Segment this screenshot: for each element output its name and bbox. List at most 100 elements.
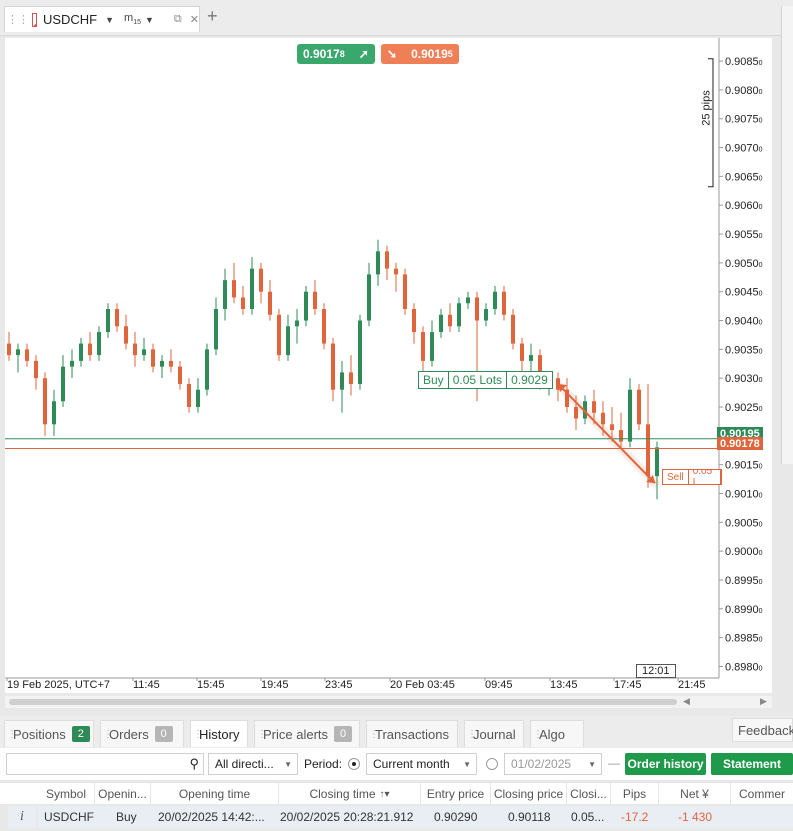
statement-button[interactable]: Statement (711, 753, 793, 775)
y-tick-label: 0.89800 (725, 661, 763, 673)
candle-body (277, 314, 281, 356)
cell-closing-price: 0.90118 (508, 810, 551, 824)
chart-horizontal-scrollbar[interactable]: ◀ ▶ (5, 696, 772, 708)
candle-body (367, 274, 371, 321)
date-from-field[interactable]: 01/02/2025 ▼ (504, 753, 602, 775)
candle-body (403, 274, 407, 309)
alerts-count-badge: 0 (334, 726, 353, 742)
timeframe-sub: 15 (133, 19, 141, 27)
candle-body (169, 360, 173, 367)
candle-body (133, 343, 137, 356)
tab-positions[interactable]: ⋮ Positions 2 (4, 720, 94, 747)
chart-tab-bar: ⋮⋮ USDCHF ▼ m15 ▼ ⧉ ✕ + (0, 0, 793, 36)
tab-label: Price alerts (263, 726, 329, 742)
col-commission[interactable]: Commer (730, 783, 793, 805)
candle-body (520, 343, 524, 361)
y-tick-label: 0.90250 (725, 402, 763, 414)
timeframe-dropdown-icon[interactable]: ▼ (145, 15, 154, 25)
scroll-left-icon[interactable]: ◀ (683, 696, 690, 707)
col-entry-price[interactable]: Entry price (420, 783, 490, 805)
table-row[interactable]: USDCHF Buy 20/02/2025 14:42:... 20/02/20… (38, 806, 793, 828)
buy-trade-price: 0.9029 (511, 373, 548, 387)
tab-algo[interactable]: ⋮ Algo (530, 720, 584, 747)
candle-body (25, 349, 29, 361)
period-custom-radio[interactable] (486, 758, 498, 770)
y-tick-sub: 0 (759, 521, 763, 528)
symbol-name[interactable]: USDCHF (43, 12, 97, 27)
period-value: Current month (373, 757, 450, 771)
search-icon[interactable]: ⚲ (189, 756, 199, 772)
tab-transactions[interactable]: ⋮ Transactions (366, 720, 458, 747)
col-symbol[interactable]: Symbol (38, 783, 94, 805)
sell-trade-side: Sell (663, 470, 689, 484)
col-opening-side[interactable]: Openin... (94, 783, 150, 805)
candle-body (394, 268, 398, 275)
order-history-button[interactable]: Order history (625, 753, 706, 775)
buy-trade-tag[interactable]: Buy 0.05 Lots 0.9029 (418, 371, 553, 389)
candle-body (619, 430, 623, 442)
col-closing-volume[interactable]: Closi... (566, 783, 610, 805)
sell-trade-lots: 0.05 L (689, 470, 721, 484)
history-filters: ⚲ All directi... ▼ Period: Current month ▼… (0, 748, 793, 780)
sell-trade-tag[interactable]: Sell 0.05 L (662, 469, 722, 485)
candle-body (655, 447, 659, 477)
x-tick-label: 19:45 (261, 679, 289, 691)
candle-body (529, 355, 533, 361)
candle-body (412, 308, 416, 333)
tab-price-alerts[interactable]: ⋮ Price alerts 0 (254, 720, 360, 747)
candle-body (16, 349, 20, 356)
drag-grip-icon[interactable]: ⋮⋮ (7, 13, 29, 26)
cell-side: Buy (116, 810, 137, 824)
candle-body (142, 349, 146, 356)
tab-orders[interactable]: ⋮ Orders 0 (100, 720, 184, 747)
symbol-dropdown-icon[interactable]: ▼ (105, 15, 114, 25)
candle-body (196, 389, 200, 408)
col-pips[interactable]: Pips (610, 783, 658, 805)
candle-body (466, 297, 470, 304)
timeframe-selector[interactable]: m15 (124, 12, 141, 26)
period-select[interactable]: Current month ▼ (366, 753, 477, 775)
tab-journal[interactable]: ⋮ Journal (464, 720, 524, 747)
candle-body (295, 320, 299, 327)
history-table-header: Symbol Openin... Opening time Closing ti… (0, 782, 793, 805)
candle-body (124, 326, 128, 344)
timeframe-label: m (124, 12, 134, 25)
direction-select[interactable]: All directi... ▼ (208, 753, 298, 775)
close-tab-icon[interactable]: ✕ (190, 13, 199, 26)
symbol-tab[interactable]: ⋮⋮ USDCHF ▼ m15 ▼ ⧉ ✕ (4, 6, 200, 32)
candle-body (88, 343, 92, 356)
candle-body (52, 401, 56, 425)
candle-body (115, 308, 119, 327)
col-net[interactable]: Net ¥ (658, 783, 730, 805)
sell-quote-button[interactable]: ➘ 0.9019 5 (381, 44, 459, 64)
popout-icon[interactable]: ⧉ (174, 13, 182, 26)
col-opening-time[interactable]: Opening time (150, 783, 278, 805)
price-chart[interactable]: 0.90850 0.90800 0.90750 0.90700 0.90650 0.906… (5, 38, 772, 693)
tab-grip-icon: ⋮ (7, 728, 17, 740)
y-tick-label: 0.90600 (725, 200, 763, 212)
add-tab-button[interactable]: + (207, 6, 218, 27)
period-current-radio[interactable] (348, 758, 360, 770)
symbol-search-field[interactable]: ⚲ (6, 753, 204, 775)
candle-body (322, 308, 326, 344)
feedback-button[interactable]: Feedback (732, 718, 793, 742)
tab-grip-icon: ⋮ (257, 728, 267, 740)
y-tick-sub: 0 (759, 406, 763, 413)
arrow-up-right-icon: ➚ (358, 47, 369, 61)
y-tick-label: 0.89850 (725, 633, 763, 645)
y-tick-sub: 0 (759, 233, 763, 240)
tab-history[interactable]: ⋮ History (190, 720, 248, 747)
sort-desc-icon[interactable]: ↑▾ (380, 789, 390, 800)
col-closing-price[interactable]: Closing price (490, 783, 566, 805)
col-closing-time[interactable]: Closing time ↑▾ (278, 783, 420, 805)
direction-value: All directi... (215, 757, 274, 771)
y-tick-label: 0.90500 (725, 258, 763, 270)
y-tick-sub: 0 (759, 550, 763, 557)
scrollbar-thumb[interactable] (9, 699, 677, 705)
candle-body (187, 383, 191, 408)
row-info-icon[interactable]: i (8, 806, 36, 828)
candle-body (106, 308, 110, 333)
chart-canvas[interactable]: 0.90850 0.90800 0.90750 0.90700 0.90650 0.906… (5, 38, 772, 693)
scroll-right-icon[interactable]: ▶ (760, 696, 767, 707)
buy-quote-button[interactable]: 0.9017 8 ➚ (297, 44, 375, 64)
